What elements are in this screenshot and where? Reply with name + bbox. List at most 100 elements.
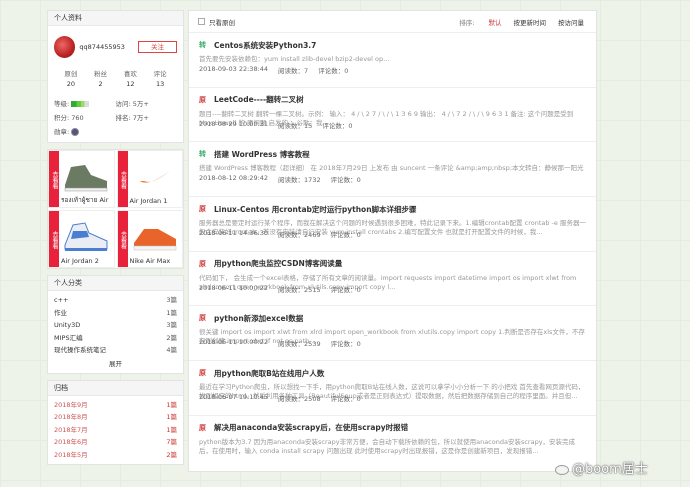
ad-caption: Air Jordan 1 [129, 197, 168, 205]
archive-item[interactable]: 2018年7月 1篇 [54, 424, 177, 437]
article-comments[interactable]: 评论数：0 [331, 393, 361, 403]
original-badge: 原 [199, 259, 206, 268]
username[interactable]: qq874455953 [79, 43, 132, 51]
ad-grid: 去看看 รองเท้าผู้ชาย Air 去看看 Air Jordan 1 去… [47, 149, 184, 269]
stat-fans: 粉丝 2 [94, 70, 108, 88]
article-title[interactable]: 解决用anaconda安装scrapy后，在使用scrapy时报错 [214, 422, 408, 433]
ad-tag[interactable]: 去看看 [49, 211, 59, 267]
ad-tag[interactable]: 去看看 [117, 151, 128, 207]
sort-by-views[interactable]: 按访问量 [558, 17, 584, 27]
archive-item[interactable]: 2018年6月 7篇 [54, 436, 177, 449]
ad-item[interactable]: 去看看 Air Jordan 2 [48, 210, 115, 268]
ad-item[interactable]: 去看看 Nike Air Max [116, 210, 183, 268]
level-bar-icon [71, 101, 90, 107]
article-date: 2018-06-11 14:36:30 [199, 229, 269, 238]
original-badge: 原 [199, 369, 206, 378]
repost-badge: 转 [199, 150, 206, 159]
avatar[interactable] [54, 36, 76, 58]
visits-field: 访问: 5万+ [115, 100, 149, 108]
ad-caption: Air Jordan 2 [61, 257, 99, 265]
article-comments[interactable]: 评论数：0 [331, 284, 361, 294]
article-item: 原用python爬取B站在线用户人数 最近在学习Python爬虫，所以想找一下手… [189, 361, 596, 416]
article-date: 2018-06-07 19:10:45 [199, 393, 269, 402]
ad-caption: Nike Air Max [129, 257, 171, 265]
article-title[interactable]: Linux-Centos 用crontab定时运行python脚本详细步骤 [214, 204, 417, 215]
article-title[interactable]: LeetCode----翻转二叉树 [214, 94, 304, 105]
article-title[interactable]: python新添加excel数据 [214, 313, 303, 324]
sneaker-icon [133, 229, 176, 251]
article-comments[interactable]: 评论数：0 [331, 338, 361, 348]
sort-default[interactable]: 默认 [489, 17, 502, 27]
ad-item[interactable]: 去看看 รองเท้าผู้ชาย Air [48, 150, 115, 208]
article-comments[interactable]: 评论数：0 [318, 65, 348, 75]
article-title[interactable]: 搭建 WordPress 博客教程 [214, 149, 310, 160]
expand-button[interactable]: 展开 [54, 358, 177, 370]
article-date: 2018-06-11 10:00:22 [199, 283, 269, 292]
watermark: @boom居士 [555, 458, 648, 477]
article-reads: 阅读数：2469 [278, 231, 321, 240]
stat-original: 原创 20 [64, 70, 78, 88]
ad-tag[interactable]: 去看看 [49, 151, 59, 207]
category-item[interactable]: 作业 1篇 [54, 307, 177, 320]
archive-card: 归档 2018年9月 1篇 2018年8月 1篇 2018年7月 1篇 2018年6月… [47, 379, 184, 465]
article-item: 转 Centos系统安装Python3.7 首先要先安装依赖包：yum insta… [189, 33, 596, 88]
category-item[interactable]: MIPS汇编 2篇 [54, 332, 177, 345]
category-header: 个人分类 [48, 276, 183, 291]
article-item: 转搭建 WordPress 博客教程 搭建 WordPress 博客教程（超详细… [189, 142, 596, 198]
archive-item[interactable]: 2018年8月 1篇 [54, 411, 177, 424]
article-reads: 阅读数：1732 [278, 176, 321, 185]
category-item[interactable]: Unity3D 3篇 [54, 319, 177, 332]
archive-item[interactable]: 2018年9月 1篇 [54, 399, 177, 412]
sneaker-icon [64, 222, 108, 251]
article-title[interactable]: 用python爬虫监控CSDN博客阅读量 [214, 258, 342, 269]
archive-header: 归档 [48, 380, 183, 396]
profile-stats: 原创 20 粉丝 2 喜欢 12 评论 13 [54, 68, 177, 88]
article-date: 2018-06-11 10:00:22 [199, 338, 269, 347]
original-badge: 原 [199, 95, 206, 104]
level-field: 等级: [54, 98, 116, 108]
only-original-label[interactable]: 只看原创 [209, 17, 235, 27]
category-item[interactable]: 现代操作系统笔记 4篇 [54, 344, 177, 357]
article-item: 原解决用anaconda安装scrapy后，在使用scrapy时报错 pytho… [189, 416, 596, 471]
category-card: 个人分类 c++ 3篇 作业 1篇 Unity3D 3篇 MIPS汇编 2篇 现代操作系… [47, 275, 184, 374]
stat-likes: 喜欢 12 [123, 70, 137, 88]
sort-label: 排序: [459, 18, 475, 27]
article-date: 2018-09-03 22:38:44 [199, 65, 269, 73]
sort-by-update[interactable]: 按更新时间 [514, 17, 547, 27]
article-reads: 阅读数：2515 [278, 285, 321, 294]
nike-logo-icon [139, 171, 170, 183]
medal-field: 勋章: [54, 126, 116, 136]
article-comments[interactable]: 评论数：0 [322, 120, 352, 130]
medal-icon[interactable] [71, 128, 80, 136]
original-badge: 原 [199, 423, 206, 432]
article-desc[interactable]: python版本为3.7 因为用anaconda安装scrapy非常方便，会自动… [199, 438, 586, 456]
ad-item[interactable]: 去看看 Air Jordan 1 [116, 150, 183, 208]
article-list: 只看原创 排序: 默认 按更新时间 按访问量 转 Centos系统安装Python… [188, 10, 597, 472]
points-field: 积分: 760 [54, 114, 84, 122]
article-reads: 阅读数：2508 [278, 395, 321, 404]
article-item: 原 Linux-Centos 用crontab定时运行python脚本详细步骤 服… [189, 197, 596, 252]
category-item[interactable]: c++ 3篇 [54, 294, 177, 307]
stat-comments: 评论 13 [153, 70, 167, 88]
article-comments[interactable]: 评论数：0 [331, 229, 361, 239]
repost-badge: 转 [199, 41, 206, 49]
article-item: 原用python爬虫监控CSDN博客阅读量 代码如下， 会生成一个excel表格… [189, 252, 596, 307]
article-reads: 阅读数：15 [278, 121, 313, 130]
archive-item[interactable]: 2018年5月 2篇 [54, 449, 177, 462]
article-item: 原 LeetCode----翻转二叉树 题目----翻转二叉树 翻转一棵二叉树。示… [189, 88, 596, 143]
only-original-checkbox[interactable] [198, 18, 205, 25]
original-badge: 原 [199, 314, 206, 323]
article-reads: 阅读数：2539 [278, 340, 321, 349]
ad-caption: รองเท้าผู้ชาย Air [61, 196, 109, 204]
sneaker-icon [64, 165, 108, 192]
profile-card: 个人资料 qq874455953 关注 原创 20 粉丝 2 喜欢 12 评论 13 等… [47, 10, 184, 143]
ad-tag[interactable]: 去看看 [117, 211, 128, 267]
article-title[interactable]: 用python爬取B站在线用户人数 [214, 368, 324, 379]
list-toolbar: 只看原创 排序: 默认 按更新时间 按访问量 [189, 11, 596, 33]
article-comments[interactable]: 评论数：0 [331, 174, 361, 184]
article-title[interactable]: Centos系统安装Python3.7 [214, 40, 316, 51]
follow-button[interactable]: 关注 [138, 41, 177, 53]
article-date: 2018-08-29 10:00:31 [199, 119, 269, 128]
profile-details: 等级: 访问: 5万+ 积分: 760 排名: 7万+ 勋章: [54, 98, 177, 136]
article-reads: 阅读数：7 [278, 67, 309, 75]
